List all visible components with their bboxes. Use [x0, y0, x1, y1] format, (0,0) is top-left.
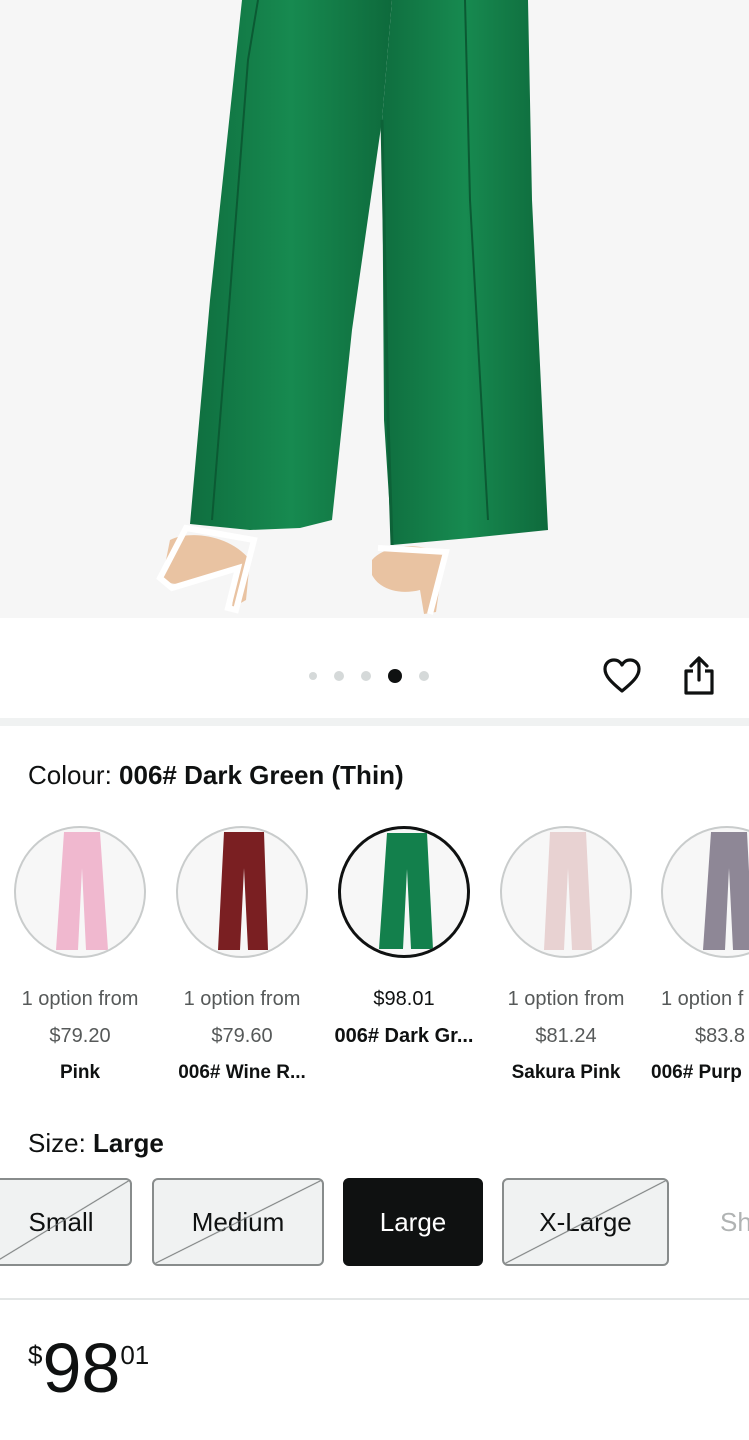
swatch-price: $83.8	[695, 1025, 746, 1047]
section-divider	[0, 718, 749, 726]
colour-swatch-dark-green-selected[interactable]: $98.01 006# Dark Gr...	[323, 826, 485, 1048]
size-option-label: Sh	[720, 1206, 749, 1237]
swatch-name: Pink	[59, 1062, 101, 1083]
swatch-name: 006# Purp	[651, 1062, 742, 1083]
colour-heading: Colour: 006# Dark Green (Thin)	[28, 760, 404, 791]
swatch-price: $98.01	[373, 988, 435, 1010]
gallery-dot[interactable]	[361, 671, 371, 681]
size-option-label: X-Large	[539, 1206, 632, 1237]
swatch-thumbnail	[500, 826, 632, 958]
size-option-medium[interactable]: Medium	[152, 1178, 324, 1266]
size-heading: Size: Large	[28, 1128, 164, 1159]
swatch-availability: 1 option from	[21, 988, 139, 1010]
gallery-controls	[0, 618, 749, 718]
swatch-price: $81.24	[535, 1025, 597, 1047]
purple-trousers-thumbnail	[703, 832, 749, 950]
heart-icon	[603, 658, 641, 693]
swatch-availability: 1 option f	[661, 988, 744, 1010]
section-divider	[0, 1298, 749, 1300]
size-label: Size:	[28, 1128, 94, 1158]
dark-green-trousers-thumbnail	[379, 833, 433, 949]
price-currency-symbol: $	[28, 1340, 43, 1370]
size-selected-value: Large	[93, 1128, 164, 1158]
gallery-dot-active[interactable]	[388, 669, 402, 683]
product-price: $ 98 01	[28, 1332, 149, 1404]
gallery-pagination[interactable]	[309, 669, 429, 683]
share-icon	[684, 656, 714, 695]
swatch-thumbnail	[338, 826, 470, 958]
price-fraction: 01	[120, 1340, 150, 1370]
size-option-x-large[interactable]: X-Large	[502, 1178, 669, 1266]
product-image[interactable]	[0, 0, 749, 618]
gallery-dot[interactable]	[334, 671, 344, 681]
swatch-thumbnail	[176, 826, 308, 958]
swatch-availability: 1 option from	[183, 988, 301, 1010]
swatch-thumbnail	[661, 826, 749, 958]
colour-label: Colour:	[28, 760, 120, 790]
gallery-dot[interactable]	[309, 672, 317, 680]
wishlist-button[interactable]	[602, 656, 642, 696]
wine-red-trousers-thumbnail	[218, 832, 268, 950]
share-button[interactable]	[679, 656, 719, 696]
swatch-thumbnail	[14, 826, 146, 958]
colour-swatch-list[interactable]: 1 option from $79.20 Pink 1 option from …	[0, 826, 749, 1096]
sakura-pink-trousers-thumbnail	[544, 832, 592, 950]
swatch-name: 006# Wine R...	[178, 1062, 306, 1083]
pink-trousers-thumbnail	[56, 832, 108, 950]
size-option-label: Large	[379, 1206, 447, 1237]
swatch-name: Sakura Pink	[511, 1062, 621, 1083]
colour-swatch-pink[interactable]: 1 option from $79.20 Pink	[0, 826, 161, 1084]
colour-swatch-sakura-pink[interactable]: 1 option from $81.24 Sakura Pink	[485, 826, 647, 1084]
swatch-availability: 1 option from	[507, 988, 625, 1010]
size-option-small[interactable]: Small	[0, 1178, 132, 1266]
colour-swatch-wine-red[interactable]: 1 option from $79.60 006# Wine R...	[161, 826, 323, 1084]
size-option-large-selected[interactable]: Large	[343, 1178, 483, 1266]
price-whole: 98	[42, 1329, 121, 1407]
swatch-price: $79.20	[49, 1025, 111, 1047]
size-option-label: Medium	[191, 1206, 285, 1237]
size-option-list[interactable]: Small Medium Large X-Large Sh	[0, 1178, 749, 1268]
gallery-dot[interactable]	[419, 671, 429, 681]
size-option-label: Small	[28, 1206, 94, 1237]
swatch-name: 006# Dark Gr...	[334, 1025, 474, 1047]
size-option-partial[interactable]: Sh	[720, 1178, 749, 1266]
colour-swatch-purple[interactable]: 1 option f $83.8 006# Purp	[647, 826, 749, 1084]
swatch-price: $79.60	[211, 1025, 273, 1047]
colour-selected-value: 006# Dark Green (Thin)	[119, 760, 404, 790]
green-trousers-illustration	[156, 0, 548, 615]
